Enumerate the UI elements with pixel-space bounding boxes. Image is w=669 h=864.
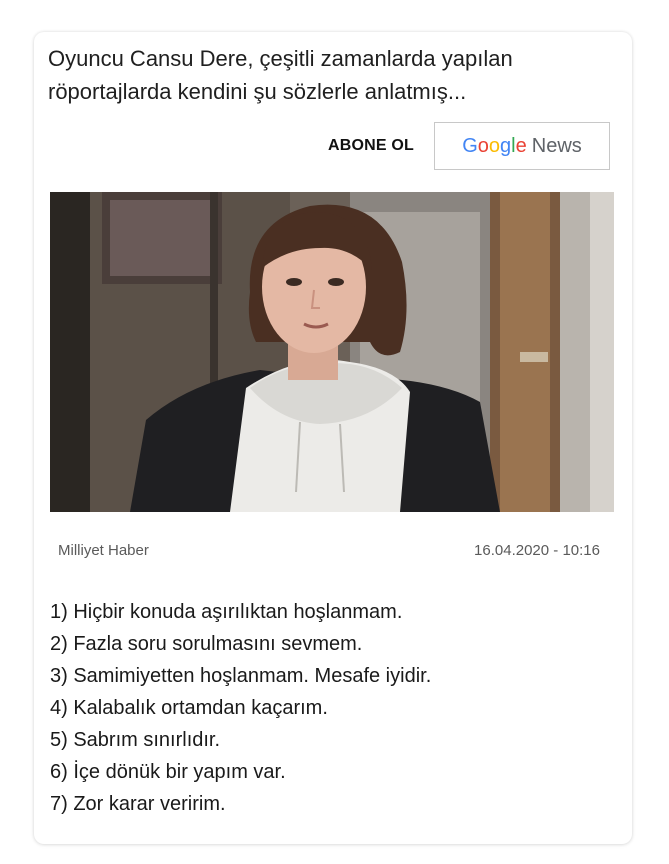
list-item: 5) Sabrım sınırlıdır. (50, 729, 221, 751)
headline: Oyuncu Cansu Dere, çeşitli zamanlarda ya… (48, 46, 513, 104)
news-card: Oyuncu Cansu Dere, çeşitli zamanlarda ya… (34, 32, 632, 844)
list-item: 1) Hiçbir konuda aşırılıktan hoşlanmam. (50, 601, 403, 623)
news-label: News (531, 134, 582, 157)
google-logo-letter: g (500, 134, 512, 157)
list-item: 4) Kalabalık ortamdan kaçarım. (50, 697, 328, 719)
list-item: 2) Fazla soru sorulmasını sevmem. (50, 633, 363, 655)
list-item: 3) Samimiyetten hoşlanmam. Mesafe iyidir… (50, 665, 432, 687)
google-news-button[interactable]: Google News (434, 122, 610, 170)
list-item: 7) Zor karar veririm. (50, 793, 226, 815)
google-logo-letter: o (488, 134, 501, 157)
source-label: Milliyet Haber (58, 542, 149, 559)
subscribe-row: ABONE OL Google News (34, 120, 632, 172)
quote-list: 1) Hiçbir konuda aşırılıktan hoşlanmam. … (50, 596, 431, 820)
publish-date: 16.04.2020 - 10:16 (474, 542, 600, 559)
google-logo-letter: e (515, 134, 527, 157)
subscribe-label: ABONE OL (327, 137, 414, 154)
photo-illustration (50, 192, 614, 512)
news-photo[interactable] (50, 192, 614, 512)
list-item: 6) İçe dönük bir yapım var. (50, 761, 286, 783)
google-logo-letter: o (477, 134, 489, 157)
google-logo-letter: G (462, 134, 478, 157)
